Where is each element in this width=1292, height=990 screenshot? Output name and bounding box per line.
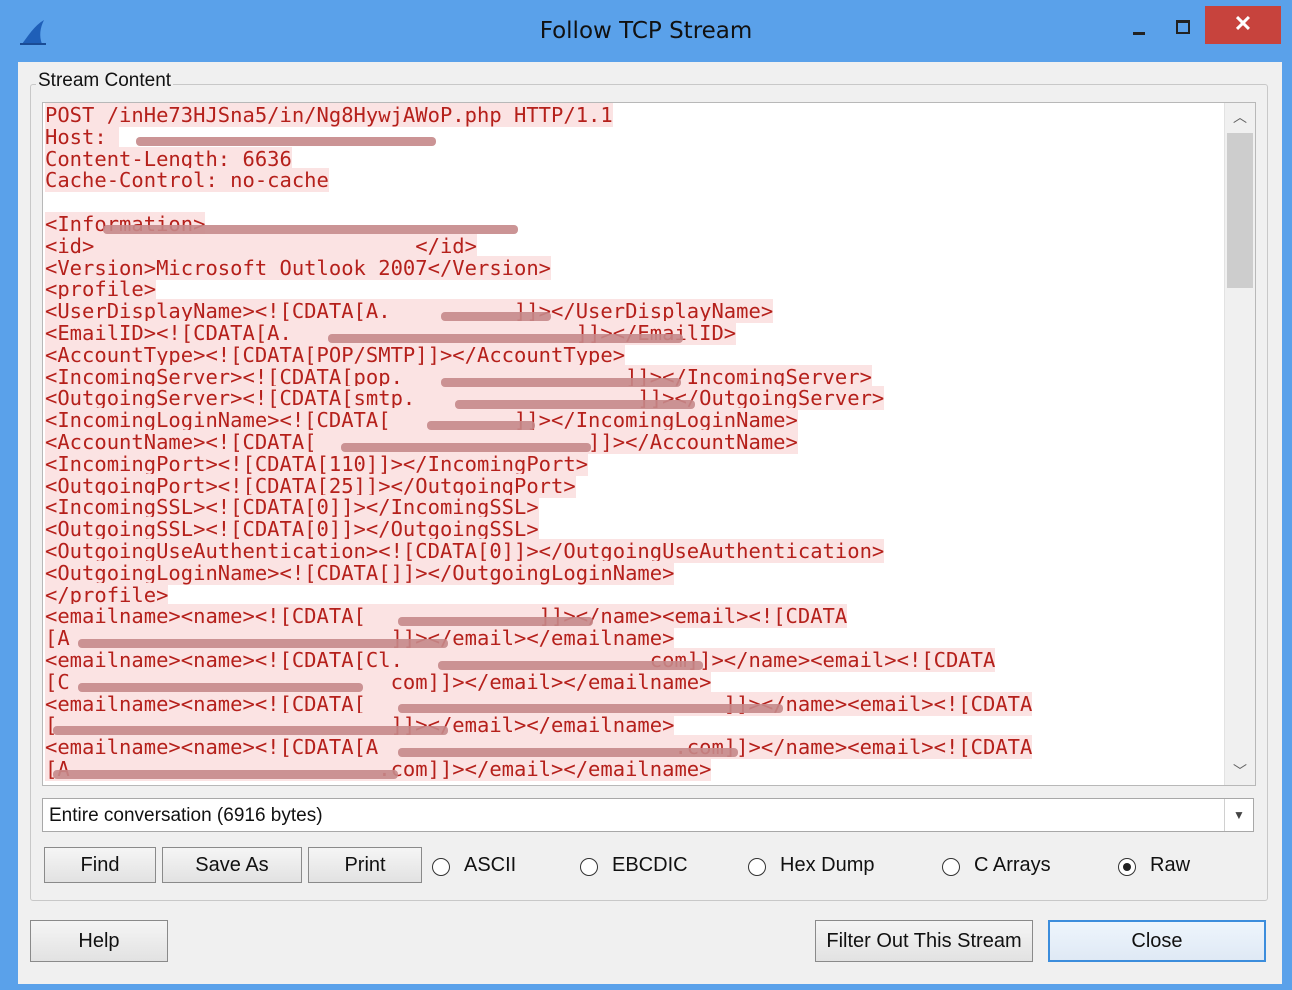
stream-line-text: <Version>Microsoft Outlook 2007</Version… (45, 255, 552, 280)
redaction-mark (427, 421, 535, 430)
stream-line[interactable]: Content-Length: 6636 (45, 146, 1217, 171)
stream-line-text: <OutgoingSSL><![CDATA[0]]></OutgoingSSL> (45, 517, 539, 542)
stream-line[interactable]: <AccountType><![CDATA[POP/SMTP]]></Accou… (45, 342, 1217, 367)
scrollbar-thumb[interactable] (1227, 133, 1253, 288)
stream-content-label: Stream Content (36, 70, 174, 92)
radio-selected-dot (1123, 863, 1131, 871)
conversation-select[interactable]: Entire conversation (6916 bytes) ▼ (42, 798, 1254, 832)
stream-line[interactable]: <OutgoingLoginName><![CDATA[]]></Outgoin… (45, 560, 1217, 585)
title-bar[interactable]: Follow TCP Stream ✕ (0, 0, 1292, 62)
stream-line-text: <OutgoingLoginName><![CDATA[]]></Outgoin… (45, 560, 675, 585)
radio-label: C Arrays (974, 854, 1051, 876)
close-icon: ✕ (1233, 11, 1253, 36)
stream-line-text: <UserDisplayName><![CDATA[A. ]]></UserDi… (45, 299, 774, 324)
stream-line[interactable]: <IncomingLoginName><![CDATA[ ]]></Incomi… (45, 408, 1217, 433)
stream-line[interactable]: <IncomingPort><![CDATA[110]]></IncomingP… (45, 451, 1217, 476)
stream-line[interactable]: <IncomingSSL><![CDATA[0]]></IncomingSSL> (45, 495, 1217, 520)
scroll-up-arrow-icon[interactable]: ︿ (1225, 103, 1255, 131)
stream-text[interactable]: POST /inHe73HJSna5/in/Ng8HywjAWoP.php HT… (45, 103, 1217, 781)
stream-line-text: <OutgoingPort><![CDATA[25]]></OutgoingPo… (45, 473, 576, 498)
filter-out-stream-button-label: Filter Out This Stream (826, 930, 1022, 952)
stream-line-text: <IncomingPort><![CDATA[110]]></IncomingP… (45, 451, 589, 476)
redaction-mark (441, 312, 551, 321)
redaction-mark (438, 661, 703, 670)
stream-line[interactable]: <Version>Microsoft Outlook 2007</Version… (45, 255, 1217, 280)
stream-line[interactable]: <OutgoingPort><![CDATA[25]]></OutgoingPo… (45, 473, 1217, 498)
stream-line-text: <AccountType><![CDATA[POP/SMTP]]></Accou… (45, 342, 626, 367)
stream-line-text: <OutgoingUseAuthentication><![CDATA[0]]>… (45, 538, 885, 563)
stream-line[interactable]: <profile> (45, 277, 1217, 302)
filter-out-stream-button[interactable]: Filter Out This Stream (815, 920, 1033, 962)
redaction-mark (103, 225, 518, 234)
stream-line-text: </profile> (45, 582, 169, 607)
dialog-body: Stream Content POST /inHe73HJSna5/in/Ng8… (18, 62, 1282, 984)
print-button[interactable]: Print (308, 847, 422, 883)
redaction-mark (53, 726, 448, 735)
stream-line[interactable]: <OutgoingSSL><![CDATA[0]]></OutgoingSSL> (45, 517, 1217, 542)
close-window-button[interactable]: ✕ (1205, 6, 1281, 44)
help-button-label: Help (78, 930, 120, 952)
radio-label: ASCII (464, 854, 517, 876)
redaction-mark (441, 378, 681, 387)
radio-label: Hex Dump (780, 854, 875, 876)
scroll-down-arrow-icon[interactable]: ﹀ (1225, 757, 1255, 785)
stream-content-view[interactable]: POST /inHe73HJSna5/in/Ng8HywjAWoP.php HT… (42, 102, 1256, 786)
stream-line-text: <id> </id> (45, 233, 477, 258)
chevron-down-icon[interactable]: ▼ (1224, 799, 1253, 831)
stream-line-text: <profile> (45, 277, 157, 302)
stream-line[interactable]: POST /inHe73HJSna5/in/Ng8HywjAWoP.php HT… (45, 103, 1217, 127)
stream-line[interactable]: <emailname><name><![CDATA[ ]]></name><em… (45, 604, 1217, 629)
save-as-button[interactable]: Save As (162, 847, 302, 883)
radio-label: Raw (1150, 854, 1191, 876)
conversation-select-value: Entire conversation (6916 bytes) (49, 805, 323, 826)
redaction-mark (398, 617, 593, 626)
radio-label: EBCDIC (612, 854, 688, 876)
stream-line-text: Cache-Control: no-cache (45, 168, 329, 193)
stream-line-text: <IncomingLoginName><![CDATA[ ]]></Incomi… (45, 408, 798, 433)
redaction-mark (398, 704, 783, 713)
stream-line[interactable]: <UserDisplayName><![CDATA[A. ]]></UserDi… (45, 299, 1217, 324)
redaction-mark (136, 137, 436, 146)
minimize-button[interactable] (1123, 12, 1157, 42)
stream-line-text: POST /inHe73HJSna5/in/Ng8HywjAWoP.php HT… (45, 103, 613, 127)
stream-line[interactable] (45, 192, 1217, 214)
radio-circle[interactable] (1118, 858, 1136, 876)
find-button-label: Find (80, 854, 120, 876)
close-button[interactable]: Close (1048, 920, 1266, 962)
redaction-mark (53, 770, 398, 779)
maximize-button[interactable] (1165, 12, 1199, 42)
stream-line-text: <IncomingSSL><![CDATA[0]]></IncomingSSL> (45, 495, 539, 520)
radio-circle[interactable] (580, 858, 598, 876)
redaction-mark (78, 683, 363, 692)
print-button-label: Print (344, 854, 386, 876)
radio-circle[interactable] (748, 858, 766, 876)
stream-scrollbar[interactable]: ︿ ﹀ (1224, 103, 1255, 785)
stream-line-text: Host: (45, 124, 120, 149)
close-button-label: Close (1131, 930, 1183, 952)
stream-line[interactable]: Cache-Control: no-cache (45, 168, 1217, 193)
redaction-mark (455, 400, 695, 409)
redaction-mark (78, 639, 448, 648)
radio-circle[interactable] (432, 858, 450, 876)
window-title: Follow TCP Stream (539, 18, 753, 44)
redaction-mark (398, 748, 738, 757)
stream-line[interactable]: <id> </id> (45, 233, 1217, 258)
redaction-mark (341, 443, 591, 452)
help-button[interactable]: Help (30, 920, 168, 962)
save-as-button-label: Save As (195, 854, 269, 876)
radio-circle[interactable] (942, 858, 960, 876)
stream-line[interactable]: <AccountName><![CDATA[ ]]></AccountName> (45, 429, 1217, 454)
follow-tcp-stream-window: Follow TCP Stream ✕ Stream Content POST … (0, 0, 1292, 990)
stream-line[interactable]: <OutgoingUseAuthentication><![CDATA[0]]>… (45, 538, 1217, 563)
find-button[interactable]: Find (44, 847, 156, 883)
stream-line[interactable]: </profile> (45, 582, 1217, 607)
redaction-mark (328, 334, 683, 343)
stream-line-text: Content-Length: 6636 (45, 146, 292, 171)
